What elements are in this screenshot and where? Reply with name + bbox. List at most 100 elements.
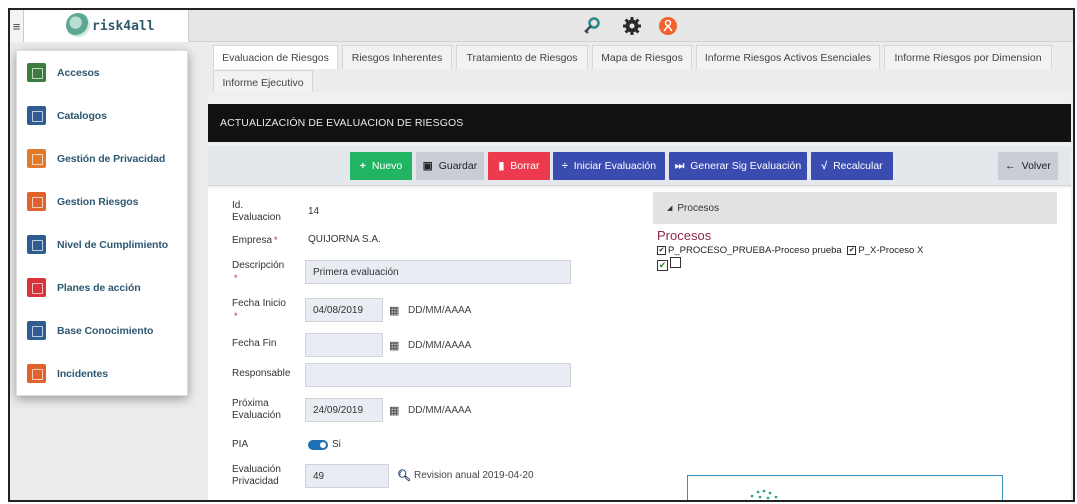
tab-informe-ejecutivo[interactable]: Informe Ejecutivo — [213, 70, 313, 94]
menu-toggle-icon[interactable]: ≡ — [10, 10, 24, 42]
id-label: Id. Evaluacion — [232, 200, 281, 223]
incidents-icon — [27, 364, 46, 383]
sidebar-item-label: Gestion Riesgos — [57, 195, 139, 208]
process-checkboxes: ✔ — [657, 257, 683, 271]
procesos-list: ✔ P_PROCESO_PRUEBA-Proceso prueba ✔ P_X-Pr… — [657, 245, 923, 256]
evaluacion-privacidad-input[interactable]: 49 — [305, 464, 389, 488]
knowledge-icon — [27, 321, 46, 340]
logo-dots-icon — [745, 489, 778, 500]
empresa-value: QUIJORNA S.A. — [308, 234, 381, 245]
checked-checkbox[interactable]: ✔ — [657, 260, 668, 271]
catalog-icon — [27, 106, 46, 125]
main-content: ACTUALIZACIÓN DE EVALUACION DE RIESGOS +… — [208, 92, 1071, 500]
recalculate-button[interactable]: √ Recalcular — [811, 152, 893, 180]
proxima-evaluacion-label: Próxima Evaluación — [232, 398, 281, 421]
privacy-icon — [27, 149, 46, 168]
proxima-evaluacion-input[interactable]: 24/09/2019 — [305, 398, 383, 422]
evaluation-form: Id. Evaluacion 14 Empresa * QUIJORNA S.A.… — [208, 188, 1071, 500]
sidebar-item-label: Planes de acción — [57, 281, 141, 294]
user-icon[interactable] — [658, 16, 678, 36]
sidebar-item-label: Gestión de Privacidad — [57, 152, 166, 165]
empty-checkbox[interactable] — [670, 257, 681, 268]
empresa-label: Empresa * — [232, 235, 278, 246]
sidebar-item-riesgos[interactable]: Gestion Riesgos — [17, 180, 187, 223]
delete-button[interactable]: ▮ Borrar — [488, 152, 550, 180]
evaluacion-privacidad-label: Evaluación Privacidad — [232, 464, 281, 487]
page-title: ACTUALIZACIÓN DE EVALUACION DE RIESGOS — [208, 104, 1071, 142]
descripcion-label: Descripción * — [232, 260, 285, 283]
sidebar: Accesos Catalogos Gestión de Privacidad … — [16, 50, 188, 396]
process-checkbox[interactable]: ✔ — [847, 245, 857, 255]
responsable-input[interactable] — [305, 363, 571, 387]
plans-icon — [27, 278, 46, 297]
date-format-hint: DD/MM/AAAA — [408, 405, 472, 416]
fecha-fin-input[interactable] — [305, 333, 383, 357]
brand-name: risk4all — [92, 18, 155, 34]
process-checkbox[interactable]: ✔ — [657, 245, 666, 255]
tab-bar: Evaluacion de Riesgos Riesgos Inherentes… — [208, 40, 1073, 94]
gear-icon[interactable] — [622, 16, 642, 36]
logo-preview-box — [687, 475, 1003, 500]
sidebar-item-catalogos[interactable]: Catalogos — [17, 94, 187, 137]
toolbar: + Nuevo ▣ Guardar ▮ Borrar ÷ Iniciar Evaluac… — [208, 146, 1071, 186]
arrow-left-icon: ← — [1005, 160, 1016, 172]
save-button[interactable]: ▣ Guardar — [416, 152, 484, 180]
top-bar: ≡ risk4all — [10, 10, 1073, 42]
sqrt-icon: √ — [821, 160, 828, 172]
tab-riesgos-inherentes[interactable]: Riesgos Inherentes — [342, 45, 452, 69]
brand[interactable]: risk4all — [24, 10, 189, 42]
app-window: ≡ risk4all Accesos Catalogos Gestión de … — [8, 8, 1075, 502]
trash-icon: ▮ — [498, 160, 505, 172]
pia-toggle[interactable] — [308, 440, 328, 450]
responsable-label: Responsable — [232, 368, 291, 379]
procesos-title: Procesos — [657, 228, 712, 243]
plus-icon: + — [359, 160, 366, 172]
revision-text: Revision anual 2019-04-20 — [414, 470, 534, 481]
back-button[interactable]: ← Volver — [998, 152, 1058, 180]
sidebar-item-label: Incidentes — [57, 367, 108, 380]
fecha-inicio-input[interactable]: 04/08/2019 — [305, 298, 383, 322]
sidebar-item-accesos[interactable]: Accesos — [17, 51, 187, 94]
sidebar-item-incidentes[interactable]: Incidentes — [17, 352, 187, 395]
process-label: P_X-Proceso X — [858, 245, 924, 256]
pia-value: Si — [332, 439, 341, 450]
save-icon: ▣ — [422, 160, 433, 172]
sidebar-item-label: Catalogos — [57, 109, 107, 122]
fecha-inicio-label: Fecha Inicio * — [232, 298, 286, 321]
sidebar-item-cumplimiento[interactable]: Nivel de Cumplimiento — [17, 223, 187, 266]
sidebar-item-label: Nivel de Cumplimiento — [57, 238, 169, 251]
tab-evaluacion-riesgos[interactable]: Evaluacion de Riesgos — [213, 45, 338, 69]
sidebar-item-label: Base Conocimiento — [57, 324, 154, 337]
date-format-hint: DD/MM/AAAA — [408, 305, 472, 316]
calendar-icon[interactable]: ▦ — [389, 404, 399, 417]
divide-icon: ÷ — [561, 160, 568, 172]
sidebar-item-planes[interactable]: Planes de acción — [17, 266, 187, 309]
descripcion-input[interactable]: Primera evaluación — [305, 260, 571, 284]
key-icon[interactable] — [582, 16, 602, 36]
calendar-icon[interactable]: ▦ — [389, 304, 399, 317]
search-icon[interactable]: 🔍︎ — [397, 469, 411, 482]
tab-informe-dimension[interactable]: Informe Riesgos por Dimension — [884, 45, 1052, 69]
date-format-hint: DD/MM/AAAA — [408, 340, 472, 351]
triangle-icon: ◢ — [667, 205, 673, 212]
sidebar-item-conocimiento[interactable]: Base Conocimiento — [17, 309, 187, 352]
access-icon — [27, 63, 46, 82]
start-evaluation-button[interactable]: ÷ Iniciar Evaluación — [553, 152, 665, 180]
id-value: 14 — [308, 206, 320, 217]
risk-icon — [27, 192, 46, 211]
procesos-panel-header[interactable]: ◢ Procesos — [653, 192, 1057, 224]
fecha-fin-label: Fecha Fin — [232, 338, 277, 349]
pia-label: PIA — [232, 439, 249, 450]
tab-mapa-riesgos[interactable]: Mapa de Riesgos — [592, 45, 692, 69]
sidebar-item-privacidad[interactable]: Gestión de Privacidad — [17, 137, 187, 180]
new-button[interactable]: + Nuevo — [350, 152, 412, 180]
tab-tratamiento-riesgos[interactable]: Tratamiento de Riesgos — [456, 45, 588, 69]
tab-informe-activos[interactable]: Informe Riesgos Activos Esenciales — [696, 45, 880, 69]
brand-logo-icon — [66, 13, 90, 37]
sidebar-item-label: Accesos — [57, 66, 100, 79]
generate-next-evaluation-button[interactable]: ⏭ Generar Sig Evaluación — [669, 152, 807, 180]
calendar-icon[interactable]: ▦ — [389, 339, 399, 352]
compliance-icon — [27, 235, 46, 254]
fast-forward-icon: ⏭ — [674, 159, 685, 172]
process-label: P_PROCESO_PRUEBA-Proceso prueba — [668, 245, 842, 256]
